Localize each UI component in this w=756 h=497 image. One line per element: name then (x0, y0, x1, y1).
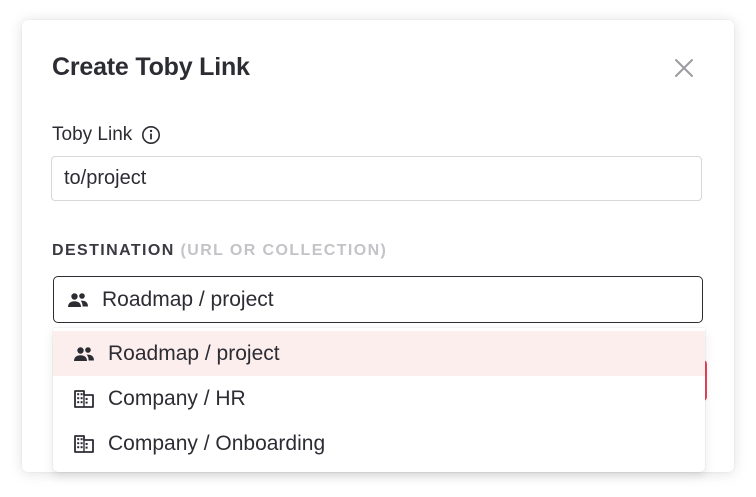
toby-link-input[interactable] (51, 156, 702, 201)
option-label: Roadmap / project (108, 341, 280, 365)
option-label: Company / Onboarding (108, 431, 326, 455)
destination-selected-value: Roadmap / project (102, 287, 274, 311)
toby-link-label-text: Toby Link (52, 124, 133, 145)
destination-dropdown: Roadmap / project Company / HR Company /… (53, 328, 705, 472)
team-icon (68, 292, 88, 307)
option-label: Company / HR (108, 386, 246, 410)
building-icon (74, 434, 94, 453)
toby-link-label: Toby Link (52, 124, 161, 146)
destination-label: DESTINATION (URL OR COLLECTION) (52, 242, 387, 260)
close-icon[interactable] (672, 56, 696, 80)
team-icon (74, 346, 94, 361)
dropdown-option-company-onboarding[interactable]: Company / Onboarding (53, 421, 705, 466)
destination-select[interactable]: Roadmap / project (53, 276, 703, 323)
destination-hint: (URL OR COLLECTION) (180, 242, 388, 259)
create-toby-link-dialog: Create Toby Link Toby Link DESTINATION (… (22, 20, 734, 472)
dropdown-option-roadmap-project[interactable]: Roadmap / project (53, 331, 705, 376)
dropdown-option-company-hr[interactable]: Company / HR (53, 376, 705, 421)
building-icon (74, 389, 94, 408)
destination-label-text: DESTINATION (52, 242, 175, 259)
dialog-title: Create Toby Link (52, 53, 250, 81)
info-icon[interactable] (141, 125, 161, 145)
